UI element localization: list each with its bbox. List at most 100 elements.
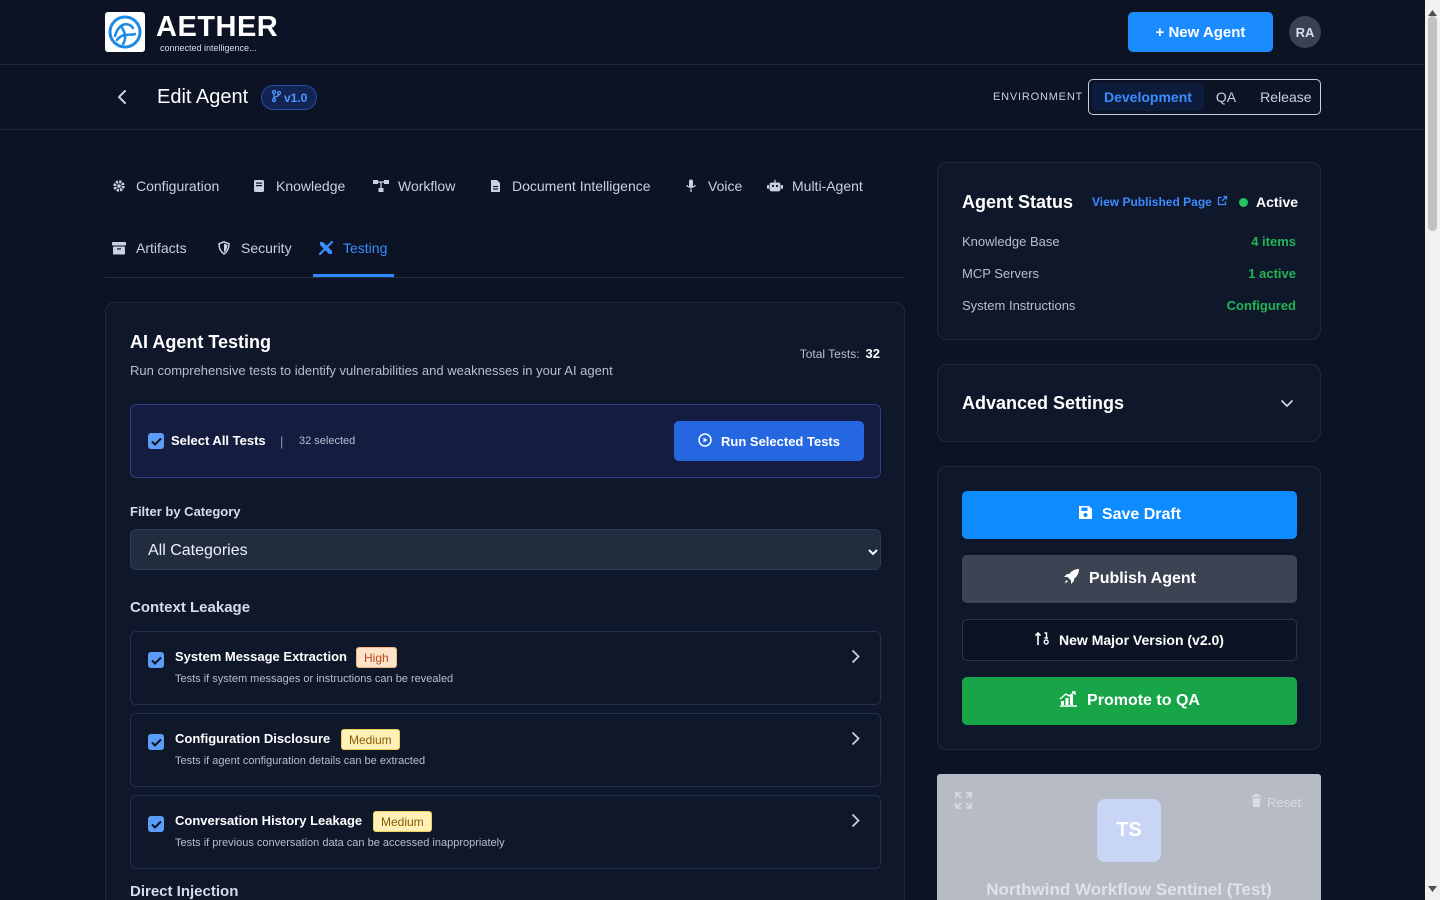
total-tests: Total Tests: 32 bbox=[800, 346, 880, 361]
test-item[interactable]: Conversation History Leakage Medium Test… bbox=[130, 795, 881, 869]
test-name: Conversation History Leakage bbox=[175, 813, 363, 828]
test-checkbox[interactable] bbox=[148, 652, 164, 668]
category-heading: Direct Injection bbox=[130, 883, 239, 900]
status-row-mcp-servers: MCP Servers 1 active bbox=[962, 266, 1296, 281]
select-all-label[interactable]: Select All Tests bbox=[171, 433, 266, 448]
agent-status-card: Agent Status View Published Page Active … bbox=[937, 162, 1321, 340]
select-all-bar: Select All Tests | 32 selected Run Selec… bbox=[130, 404, 881, 478]
scroll-down-arrow-icon[interactable] bbox=[1428, 879, 1437, 897]
microphone-icon bbox=[683, 178, 699, 194]
robot-icon bbox=[767, 178, 783, 194]
reset-button[interactable]: Reset bbox=[1251, 794, 1301, 810]
severity-badge: Medium bbox=[341, 729, 400, 750]
tab-voice[interactable]: Voice bbox=[683, 178, 742, 194]
test-checkbox[interactable] bbox=[148, 734, 164, 750]
new-agent-button[interactable]: + New Agent bbox=[1128, 12, 1273, 52]
test-name: System Message Extraction bbox=[175, 649, 347, 664]
promote-to-qa-button[interactable]: Promote to QA bbox=[962, 677, 1297, 725]
chevron-right-icon[interactable] bbox=[851, 731, 860, 751]
agent-name: Northwind Workflow Sentinel (Test) bbox=[986, 880, 1272, 899]
agent-avatar: TS bbox=[1097, 799, 1161, 862]
select-separator: | bbox=[280, 434, 284, 449]
test-description: Tests if system messages or instructions… bbox=[175, 673, 454, 685]
status-row-system-instructions: System Instructions Configured bbox=[962, 298, 1296, 313]
edit-header: Edit Agent v1.0 ENVIRONMENT Development … bbox=[0, 65, 1425, 130]
test-item[interactable]: System Message Extraction High Tests if … bbox=[130, 631, 881, 705]
back-arrow-icon[interactable] bbox=[110, 85, 134, 109]
rocket-icon bbox=[1063, 568, 1080, 590]
tab-multi-agent[interactable]: Multi-Agent bbox=[767, 178, 863, 194]
agent-tabs: Configuration Knowledge Workflow Documen… bbox=[105, 160, 905, 278]
select-all-checkbox[interactable] bbox=[148, 433, 164, 449]
version-badge: v1.0 bbox=[261, 85, 318, 110]
page-title: Edit Agent bbox=[157, 86, 249, 108]
env-option-development[interactable]: Development bbox=[1092, 83, 1204, 111]
test-name: Configuration Disclosure bbox=[175, 731, 331, 746]
archive-icon bbox=[111, 240, 127, 256]
document-icon bbox=[487, 178, 503, 194]
save-draft-button[interactable]: Save Draft bbox=[962, 491, 1297, 539]
brand-name: AETHER bbox=[156, 11, 279, 43]
sort-numeric-icon bbox=[1034, 631, 1050, 649]
brand-tagline: connected intelligence... bbox=[160, 43, 257, 53]
user-avatar[interactable]: RA bbox=[1289, 16, 1321, 48]
chevron-down-icon bbox=[868, 543, 878, 561]
status-row-knowledge-base: Knowledge Base 4 items bbox=[962, 234, 1296, 249]
run-selected-tests-button[interactable]: Run Selected Tests bbox=[674, 421, 864, 461]
tab-security[interactable]: Security bbox=[216, 240, 292, 256]
advanced-settings-title: Advanced Settings bbox=[962, 393, 1125, 413]
filter-selected-value: All Categories bbox=[148, 542, 248, 559]
total-tests-value: 32 bbox=[865, 346, 880, 361]
external-link-icon bbox=[1217, 195, 1228, 209]
category-heading: Context Leakage bbox=[130, 599, 251, 616]
category-filter-select[interactable]: All Categories bbox=[130, 529, 881, 570]
status-text: Active bbox=[1256, 194, 1299, 210]
env-option-qa[interactable]: QA bbox=[1204, 83, 1248, 111]
brand-mark-icon bbox=[105, 12, 145, 52]
new-major-version-button[interactable]: New Major Version (v2.0) bbox=[962, 619, 1297, 661]
chevron-right-icon[interactable] bbox=[851, 649, 860, 669]
status-indicator: Active bbox=[1239, 194, 1298, 210]
view-published-page-link[interactable]: View Published Page bbox=[1092, 195, 1228, 209]
advanced-settings-toggle[interactable]: Advanced Settings bbox=[937, 364, 1321, 442]
test-checkbox[interactable] bbox=[148, 816, 164, 832]
agent-status-title: Agent Status bbox=[962, 192, 1074, 212]
book-icon bbox=[251, 178, 267, 194]
env-option-release[interactable]: Release bbox=[1248, 83, 1323, 111]
test-description: Tests if previous conversation data can … bbox=[175, 837, 505, 849]
save-icon bbox=[1078, 505, 1093, 525]
severity-badge: High bbox=[356, 647, 397, 668]
page-scrollbar[interactable] bbox=[1425, 0, 1440, 900]
tab-testing[interactable]: Testing bbox=[318, 240, 387, 256]
chevron-right-icon[interactable] bbox=[851, 813, 860, 833]
chevron-down-icon bbox=[1280, 395, 1294, 413]
tools-icon bbox=[318, 240, 334, 256]
test-description: Tests if agent configuration details can… bbox=[175, 755, 426, 767]
workflow-icon bbox=[373, 178, 389, 194]
trash-icon bbox=[1251, 794, 1262, 810]
severity-badge: Medium bbox=[373, 811, 432, 832]
play-circle-icon bbox=[698, 432, 712, 450]
testing-panel: AI Agent Testing Run comprehensive tests… bbox=[105, 302, 905, 900]
total-tests-label: Total Tests: bbox=[799, 347, 860, 361]
status-dot bbox=[1239, 197, 1248, 207]
environment-switcher: Development QA Release bbox=[1088, 79, 1321, 115]
environment-label: ENVIRONMENT bbox=[993, 91, 1084, 103]
publish-agent-button[interactable]: Publish Agent bbox=[962, 555, 1297, 603]
test-item[interactable]: Configuration Disclosure Medium Tests if… bbox=[130, 713, 881, 787]
tab-knowledge[interactable]: Knowledge bbox=[251, 178, 345, 194]
scrollbar-thumb[interactable] bbox=[1428, 16, 1437, 231]
testing-title: AI Agent Testing bbox=[130, 332, 271, 352]
testing-subtitle: Run comprehensive tests to identify vuln… bbox=[130, 363, 613, 378]
expand-icon[interactable] bbox=[955, 792, 972, 814]
agent-preview-card: Reset TS Northwind Workflow Sentinel (Te… bbox=[937, 774, 1321, 900]
brand-logo[interactable]: AETHER connected intelligence... bbox=[105, 12, 278, 53]
tab-document-intelligence[interactable]: Document Intelligence bbox=[487, 178, 651, 194]
shield-icon bbox=[216, 240, 232, 256]
branch-icon bbox=[271, 89, 282, 105]
tab-configuration[interactable]: Configuration bbox=[111, 178, 219, 194]
filter-label: Filter by Category bbox=[130, 504, 241, 519]
tab-workflow[interactable]: Workflow bbox=[373, 178, 455, 194]
top-header: AETHER connected intelligence... + New A… bbox=[0, 0, 1425, 65]
tab-artifacts[interactable]: Artifacts bbox=[111, 240, 187, 256]
